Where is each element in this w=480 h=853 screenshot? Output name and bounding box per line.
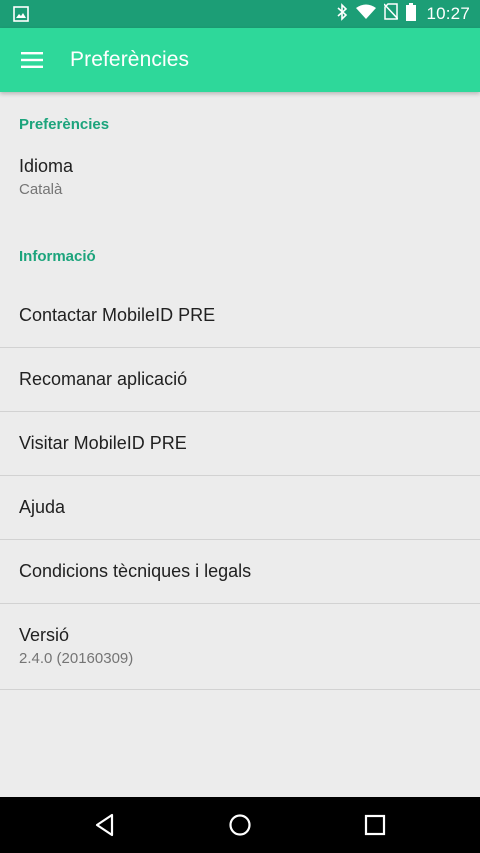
recommend-title: Recomanar aplicació — [19, 369, 188, 389]
no-sim-icon — [383, 3, 400, 25]
bluetooth-icon — [336, 2, 348, 26]
back-icon[interactable] — [91, 811, 119, 839]
language-title: Idioma — [19, 156, 74, 176]
navigation-bar — [0, 797, 480, 853]
terms-title: Condicions tècniques i legals — [19, 561, 252, 581]
recents-icon[interactable] — [361, 811, 389, 839]
status-bar: 10:27 — [0, 0, 480, 28]
version-item[interactable]: Versió 2.4.0 (20160309) — [0, 604, 480, 690]
recommend-item[interactable]: Recomanar aplicació — [0, 348, 480, 412]
status-time: 10:27 — [426, 4, 470, 23]
contact-item[interactable]: Contactar MobileID PRE — [0, 284, 480, 348]
help-item[interactable]: Ajuda — [0, 476, 480, 540]
help-title: Ajuda — [19, 497, 66, 517]
hamburger-menu-icon[interactable] — [14, 42, 50, 78]
version-title: Versió — [19, 625, 70, 645]
home-icon[interactable] — [226, 811, 254, 839]
section-header-information: Informació — [19, 248, 96, 265]
terms-item[interactable]: Condicions tècniques i legals — [0, 540, 480, 604]
app-bar: Preferències — [0, 28, 480, 92]
battery-icon — [406, 2, 417, 26]
page-title: Preferències — [70, 48, 190, 71]
wifi-icon — [356, 4, 377, 25]
language-value: Català — [19, 181, 63, 198]
image-icon — [13, 6, 29, 22]
visit-title: Visitar MobileID PRE — [19, 433, 187, 453]
language-preference[interactable]: Idioma Català — [0, 152, 480, 232]
section-header-preferences: Preferències — [19, 116, 110, 133]
visit-item[interactable]: Visitar MobileID PRE — [0, 412, 480, 476]
preferences-list: Preferències Idioma Català Informació Co… — [0, 92, 480, 690]
contact-title: Contactar MobileID PRE — [19, 305, 216, 325]
version-value: 2.4.0 (20160309) — [19, 650, 134, 667]
